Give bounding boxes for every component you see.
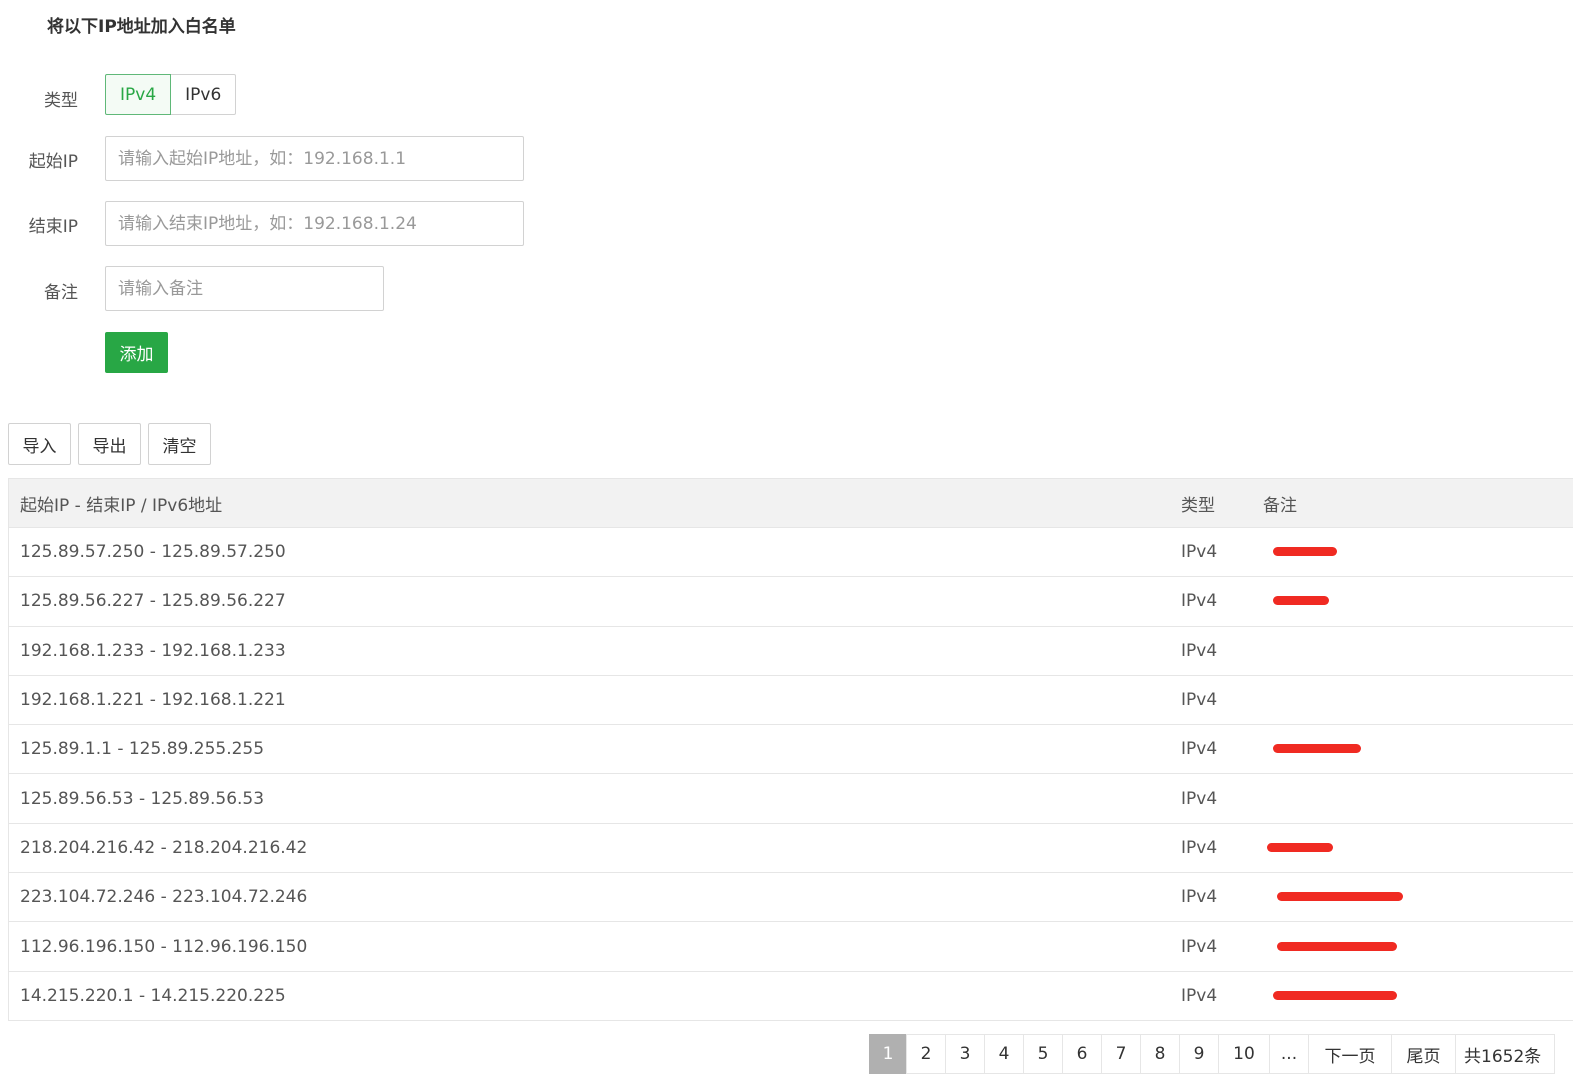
type-label: 类型 <box>44 91 78 111</box>
ip-type-cell: IPv4 <box>1181 640 1218 661</box>
note-cell <box>1255 627 1573 675</box>
note-cell <box>1255 824 1573 872</box>
table-row: 192.168.1.221 - 192.168.1.221 IPv4 <box>9 676 1573 726</box>
start-ip-label: 起始IP <box>28 152 78 172</box>
type-toggle-group: IPv4 IPv6 <box>105 74 237 115</box>
end-ip-input[interactable] <box>105 201 524 246</box>
note-label: 备注 <box>44 283 78 303</box>
page-9[interactable]: 9 <box>1179 1034 1219 1074</box>
ip-type-cell: IPv4 <box>1181 591 1218 612</box>
total-count: 共1652条 <box>1455 1034 1555 1074</box>
ip-type-cell: IPv4 <box>1181 887 1218 908</box>
redaction-mark <box>1277 892 1403 902</box>
table-row: 192.168.1.233 - 192.168.1.233 IPv4 <box>9 627 1573 676</box>
whitelist-table: 起始IP - 结束IP / IPv6地址 类型 备注 125.89.57.250… <box>8 478 1573 1021</box>
table-row: 218.204.216.42 - 218.204.216.42 IPv4 <box>9 824 1573 874</box>
export-button[interactable]: 导出 <box>78 423 141 465</box>
table-row: 14.215.220.1 - 14.215.220.225 IPv4 <box>9 972 1573 1021</box>
note-cell <box>1255 676 1573 724</box>
ip-type-cell: IPv4 <box>1181 936 1218 957</box>
page-7[interactable]: 7 <box>1101 1034 1141 1074</box>
table-body: 125.89.57.250 - 125.89.57.250 IPv4 125.89.… <box>9 528 1573 1021</box>
ip-type-cell: IPv4 <box>1181 542 1218 563</box>
ip-range-cell: 112.96.196.150 - 112.96.196.150 <box>20 936 308 957</box>
pagination: 1 2 3 4 5 6 7 8 9 10... 下一页 尾页 共1652条 <box>869 1034 1555 1074</box>
note-cell <box>1255 972 1573 1020</box>
page-6[interactable]: 6 <box>1062 1034 1102 1074</box>
page-1[interactable]: 1 <box>869 1034 907 1074</box>
ip-type-cell: IPv4 <box>1181 985 1218 1006</box>
header-range: 起始IP - 结束IP / IPv6地址 <box>20 495 223 516</box>
page-3[interactable]: 3 <box>945 1034 985 1074</box>
ip-range-cell: 125.89.56.53 - 125.89.56.53 <box>20 788 265 809</box>
note-cell <box>1255 922 1573 970</box>
table-row: 125.89.57.250 - 125.89.57.250 IPv4 <box>9 528 1573 578</box>
header-note: 备注 <box>1263 495 1297 516</box>
note-cell <box>1255 873 1573 921</box>
ip-type-cell: IPv4 <box>1181 739 1218 760</box>
ip-range-cell: 14.215.220.1 - 14.215.220.225 <box>20 985 286 1006</box>
ip-type-cell: IPv4 <box>1181 690 1218 711</box>
end-ip-label: 结束IP <box>28 217 78 237</box>
header-type: 类型 <box>1181 495 1215 516</box>
page-2[interactable]: 2 <box>906 1034 946 1074</box>
ip-range-cell: 192.168.1.221 - 192.168.1.221 <box>20 690 286 711</box>
redaction-mark <box>1273 990 1397 1000</box>
next-page-button[interactable]: 下一页 <box>1308 1034 1392 1074</box>
redaction-mark <box>1267 842 1333 852</box>
ip-range-cell: 218.204.216.42 - 218.204.216.42 <box>20 837 308 858</box>
start-ip-input[interactable] <box>105 136 524 181</box>
add-button[interactable]: 添加 <box>105 332 168 373</box>
table-header: 起始IP - 结束IP / IPv6地址 类型 备注 <box>9 479 1573 528</box>
ip-range-cell: 223.104.72.246 - 223.104.72.246 <box>20 887 308 908</box>
last-page-button[interactable]: 尾页 <box>1391 1034 1456 1074</box>
import-button[interactable]: 导入 <box>8 423 71 465</box>
table-row: 223.104.72.246 - 223.104.72.246 IPv4 <box>9 873 1573 923</box>
ip-range-cell: 125.89.56.227 - 125.89.56.227 <box>20 591 286 612</box>
type-ipv6-button[interactable]: IPv6 <box>171 74 237 115</box>
note-cell <box>1255 774 1573 822</box>
ip-range-cell: 125.89.57.250 - 125.89.57.250 <box>20 542 286 563</box>
form-title: 将以下IP地址加入白名单 <box>47 17 236 37</box>
redaction-mark <box>1273 744 1361 754</box>
ip-range-cell: 125.89.1.1 - 125.89.255.255 <box>20 739 265 760</box>
redaction-mark <box>1273 596 1329 606</box>
toolbar: 导入 导出 清空 <box>8 423 211 465</box>
note-input[interactable] <box>105 266 384 311</box>
ip-range-cell: 192.168.1.233 - 192.168.1.233 <box>20 640 286 661</box>
table-row: 125.89.56.227 - 125.89.56.227 IPv4 <box>9 577 1573 627</box>
ip-type-cell: IPv4 <box>1181 837 1218 858</box>
page-10[interactable]: 10 <box>1218 1034 1270 1074</box>
type-ipv4-button[interactable]: IPv4 <box>105 74 172 115</box>
redaction-mark <box>1273 547 1337 557</box>
note-cell <box>1255 528 1573 576</box>
page-5[interactable]: 5 <box>1023 1034 1063 1074</box>
redaction-mark <box>1277 941 1397 951</box>
table-row: 112.96.196.150 - 112.96.196.150 IPv4 <box>9 922 1573 972</box>
clear-button[interactable]: 清空 <box>148 423 211 465</box>
table-row: 125.89.1.1 - 125.89.255.255 IPv4 <box>9 725 1573 775</box>
page-ellipsis: ... <box>1269 1034 1309 1074</box>
note-cell <box>1255 725 1573 773</box>
page-8[interactable]: 8 <box>1140 1034 1180 1074</box>
table-row: 125.89.56.53 - 125.89.56.53 IPv4 <box>9 774 1573 824</box>
note-cell <box>1255 577 1573 625</box>
page-4[interactable]: 4 <box>984 1034 1024 1074</box>
ip-type-cell: IPv4 <box>1181 788 1218 809</box>
